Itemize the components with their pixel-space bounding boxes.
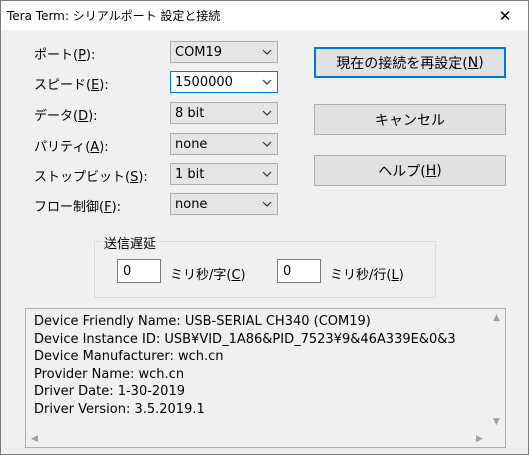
device-info-text: Device Friendly Name: USB-SERIAL CH340 (… [34, 313, 456, 418]
device-info-box[interactable]: Device Friendly Name: USB-SERIAL CH340 (… [25, 308, 506, 448]
chevron-down-icon [262, 201, 272, 207]
scroll-right-icon[interactable]: ▶ [471, 430, 488, 447]
close-icon: ✕ [498, 6, 512, 25]
close-button[interactable]: ✕ [482, 1, 528, 30]
device-info-line: Device Instance ID: USB¥VID_1A86&PID_752… [34, 331, 456, 347]
line-delay-input[interactable]: 0 [277, 259, 321, 283]
char-delay-label: ミリ秒/字(C) [170, 268, 246, 283]
help-button[interactable]: ヘルプ(H) [314, 155, 506, 186]
device-info-line: Driver Version: 3.5.2019.1 [34, 401, 205, 417]
vertical-scrollbar[interactable]: ▲ ▼ [488, 309, 505, 430]
device-info-line: Provider Name: wch.cn [34, 366, 185, 382]
scroll-up-icon[interactable]: ▲ [488, 309, 505, 326]
reconnect-button[interactable]: 現在の接続を再設定(N) [314, 47, 506, 78]
device-info-line: Device Friendly Name: USB-SERIAL CH340 (… [34, 314, 371, 329]
data-bits-value: 8 bit [175, 106, 205, 121]
serial-port-dialog: Tera Term: シリアルポート 設定と接続 ✕ ポート(P): スピード(… [0, 0, 529, 455]
flow-control-value: none [175, 197, 208, 212]
device-info-line: Driver Date: 1-30-2019 [34, 384, 185, 399]
stop-bits-label: ストップビット(S): [34, 170, 148, 185]
parity-select[interactable]: none [170, 133, 278, 155]
port-label: ポート(P): [34, 48, 96, 63]
speed-label: スピード(E): [34, 78, 109, 93]
horizontal-scrollbar[interactable]: ◀ ▶ [26, 430, 488, 447]
stop-bits-select[interactable]: 1 bit [170, 163, 278, 185]
transmit-delay-title: 送信遅延 [102, 233, 159, 252]
chevron-down-icon [262, 49, 272, 55]
flow-control-label: フロー制御(F): [34, 200, 122, 215]
cancel-button[interactable]: キャンセル [314, 104, 506, 135]
line-delay-label: ミリ秒/行(L) [330, 268, 404, 283]
scroll-left-icon[interactable]: ◀ [26, 430, 43, 447]
title-bar[interactable]: Tera Term: シリアルポート 設定と接続 ✕ [1, 1, 528, 30]
scrollbar-corner [488, 430, 505, 447]
port-value: COM19 [175, 45, 223, 60]
data-bits-label: データ(D): [34, 109, 98, 124]
chevron-down-icon [262, 171, 272, 177]
parity-label: パリティ(A): [34, 140, 109, 155]
window-title: Tera Term: シリアルポート 設定と接続 [7, 9, 221, 23]
chevron-down-icon [262, 110, 272, 116]
device-info-line: Device Manufacturer: wch.cn [34, 349, 224, 364]
port-select[interactable]: COM19 [170, 41, 278, 63]
flow-control-select[interactable]: none [170, 193, 278, 215]
chevron-down-icon [262, 141, 272, 147]
scroll-down-icon[interactable]: ▼ [488, 413, 505, 430]
parity-value: none [175, 137, 208, 152]
char-delay-input[interactable]: 0 [117, 259, 161, 283]
data-bits-select[interactable]: 8 bit [170, 102, 278, 124]
stop-bits-value: 1 bit [175, 167, 205, 182]
chevron-down-icon [262, 79, 272, 85]
speed-select[interactable]: 1500000 [170, 71, 278, 93]
speed-value: 1500000 [175, 75, 233, 90]
